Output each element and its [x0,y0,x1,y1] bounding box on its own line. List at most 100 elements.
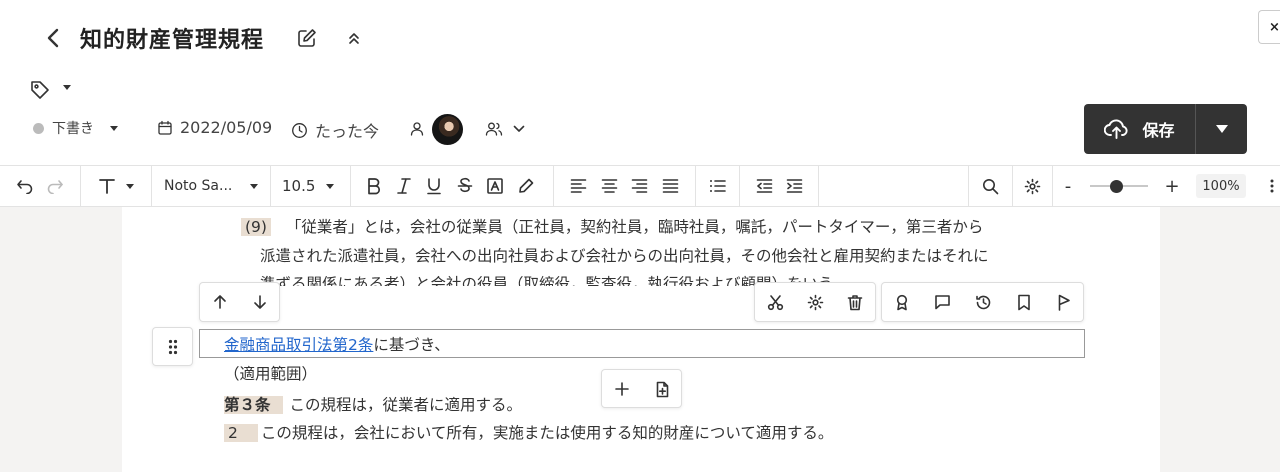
undo-icon [17,180,33,194]
chevrons-up-icon [349,33,359,44]
tag-dropdown-caret[interactable] [63,85,71,90]
indent-icon [786,179,802,193]
font-size-value: 10.5 [282,177,316,195]
undo-button[interactable] [10,166,40,206]
text-style-icon [99,179,115,194]
more-options-button[interactable] [1264,166,1280,206]
save-button[interactable]: 保存 [1084,104,1195,154]
tag-button[interactable] [29,79,51,101]
outdent-button[interactable] [752,166,776,206]
highlight-button[interactable] [514,166,538,206]
settings-button[interactable] [1018,166,1046,206]
strikethrough-icon [457,177,473,193]
status-dot [33,122,44,134]
caret-down-icon [250,183,258,189]
align-center-button[interactable] [597,166,621,206]
back-button[interactable] [40,24,66,52]
file-plus-icon [656,381,668,397]
font-size-dropdown[interactable]: 10.5 [276,166,340,206]
comment-button[interactable] [922,283,962,321]
status-label: 下書き [52,121,94,137]
clock-icon [292,122,307,138]
share-members-button[interactable] [485,121,525,137]
bold-icon [368,178,380,195]
underline-button[interactable] [422,166,446,206]
award-button[interactable] [882,283,922,321]
block-settings-button[interactable] [795,283,835,321]
align-left-button[interactable] [566,166,590,206]
align-center-icon [601,179,617,193]
caret-down-icon [1215,125,1228,133]
block-actions-toolbar [754,282,876,322]
owner-button[interactable] [409,121,425,137]
users-icon [485,122,503,136]
font-family-dropdown[interactable]: Noto Sa... [158,166,264,206]
flag-button[interactable] [1044,283,1084,321]
zoom-out-button[interactable]: - [1058,166,1078,206]
right-gutter [1160,207,1280,472]
delete-block-button[interactable] [835,283,875,321]
calendar-icon [158,120,172,135]
add-block-button[interactable] [602,370,642,408]
bookmark-button[interactable] [1004,283,1044,321]
page-title: 知的財産管理規程 [80,28,265,53]
redo-icon [47,180,64,194]
zoom-slider[interactable] [1088,166,1150,206]
date-value: 2022/05/09 [180,118,273,137]
law-reference-link[interactable]: 金融商品取引法第2条 [224,336,373,354]
active-block-text[interactable]: 金融商品取引法第2条に基づき、 [224,333,450,355]
text-color-button[interactable] [483,166,507,206]
paragraph-9-line-2: 派遣された派遣社員，会社への出向社員および会社からの出向社員，その他会社と雇用契… [260,247,989,265]
bullet-list-button[interactable] [705,166,729,206]
zoom-slider-track [1090,180,1148,193]
paragraph-9-line-1: (9) 「従業者」とは，会社の従業員（正社員，契約社員，臨時社員，嘱託，パートタ… [241,215,983,237]
insert-document-button[interactable] [642,370,682,408]
section-heading: （適用範囲） [224,365,318,383]
block-move-toolbar [199,282,280,322]
redo-button[interactable] [40,166,70,206]
avatar[interactable] [432,114,463,145]
search-button[interactable] [976,166,1004,206]
underline-icon [427,178,441,195]
editor-toolbar: Noto Sa... 10.5 - + 100% [0,165,1280,207]
block-drag-handle[interactable] [152,327,193,366]
block-review-toolbar [881,282,1084,322]
bold-button[interactable] [362,166,386,206]
paragraph-number: 2 [224,424,258,442]
strikethrough-button[interactable] [453,166,477,206]
arrow-down-icon [254,295,266,309]
text-style-dropdown[interactable] [90,166,142,206]
flag-icon [1058,294,1070,311]
align-left-icon [570,179,586,193]
marker-icon [519,178,534,193]
bookmark-icon [1018,294,1030,310]
close-panel-button[interactable]: × [1258,10,1280,44]
date-field[interactable]: 2022/05/09 [157,118,272,137]
scissors-icon [767,294,783,310]
move-down-button[interactable] [240,283,280,321]
zoom-slider-thumb[interactable] [1110,180,1124,193]
tag-icon [31,81,49,99]
status-dropdown[interactable]: 下書き [33,118,118,138]
left-gutter [0,207,122,472]
cut-button[interactable] [755,283,795,321]
article-3: 第３条 この規程は，従業者に適用する。 [224,396,522,414]
collapse-header-button[interactable] [344,28,364,48]
align-justify-button[interactable] [658,166,682,206]
zoom-value[interactable]: 100% [1196,174,1246,198]
paragraph-number: (9) [241,218,271,236]
cloud-upload-icon [1104,119,1129,139]
close-icon: × [1269,19,1280,35]
edit-title-button[interactable] [296,27,318,49]
indent-button[interactable] [782,166,806,206]
caret-down-icon [63,85,71,90]
zoom-in-button[interactable]: + [1162,166,1182,206]
italic-button[interactable] [392,166,416,206]
pencil-square-icon [298,29,316,47]
arrow-up-icon [214,295,226,309]
save-options-dropdown[interactable] [1195,104,1247,154]
history-button[interactable] [963,283,1003,321]
article-number: 第３条 [224,396,283,414]
move-up-button[interactable] [200,283,240,321]
align-right-button[interactable] [627,166,651,206]
